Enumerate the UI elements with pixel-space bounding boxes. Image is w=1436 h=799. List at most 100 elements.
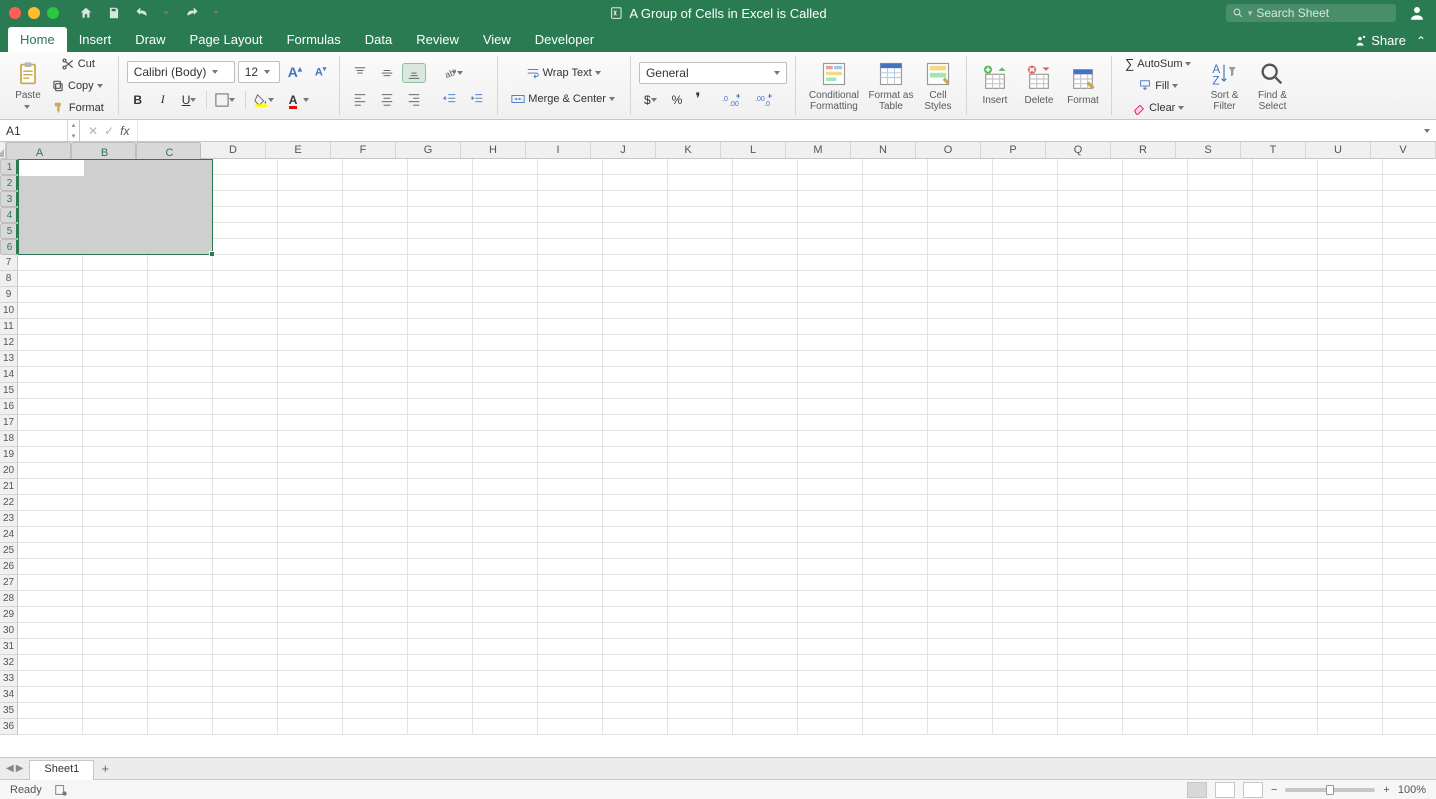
tab-insert[interactable]: Insert (67, 27, 124, 52)
cell[interactable] (1383, 399, 1436, 415)
cell[interactable] (798, 303, 863, 319)
cell[interactable] (1058, 319, 1123, 335)
cell[interactable] (733, 335, 798, 351)
cell[interactable] (928, 367, 993, 383)
minimize-window-button[interactable] (28, 7, 40, 19)
cell[interactable] (278, 495, 343, 511)
cell[interactable] (1383, 335, 1436, 351)
cell[interactable] (1383, 543, 1436, 559)
cell[interactable] (343, 431, 408, 447)
cell[interactable] (83, 175, 148, 191)
cell[interactable] (278, 719, 343, 735)
cell[interactable] (1253, 223, 1318, 239)
cell[interactable] (1253, 479, 1318, 495)
cell[interactable] (928, 335, 993, 351)
cell[interactable] (83, 255, 148, 271)
cell[interactable] (538, 255, 603, 271)
cell[interactable] (1383, 255, 1436, 271)
column-header[interactable]: N (851, 142, 916, 159)
cell[interactable] (993, 191, 1058, 207)
cell[interactable] (538, 175, 603, 191)
cell[interactable] (408, 431, 473, 447)
cell[interactable] (603, 655, 668, 671)
cell[interactable] (1188, 239, 1253, 255)
cell[interactable] (668, 687, 733, 703)
cell[interactable] (1318, 575, 1383, 591)
cell[interactable] (863, 479, 928, 495)
cell[interactable] (213, 527, 278, 543)
cell[interactable] (1058, 415, 1123, 431)
column-header[interactable]: M (786, 142, 851, 159)
cell[interactable] (18, 239, 83, 255)
cell[interactable] (18, 159, 83, 175)
tab-review[interactable]: Review (404, 27, 471, 52)
cell[interactable] (863, 351, 928, 367)
column-header[interactable]: I (526, 142, 591, 159)
name-box-up[interactable]: ▴ (68, 120, 79, 131)
cell[interactable] (473, 287, 538, 303)
cell[interactable] (863, 575, 928, 591)
cell[interactable] (863, 415, 928, 431)
cell[interactable] (1383, 671, 1436, 687)
cell[interactable] (863, 511, 928, 527)
cell[interactable] (1188, 287, 1253, 303)
cell[interactable] (1318, 399, 1383, 415)
cell[interactable] (1253, 607, 1318, 623)
cell[interactable] (1188, 431, 1253, 447)
cell[interactable] (83, 575, 148, 591)
cell[interactable] (213, 207, 278, 223)
cell[interactable] (408, 415, 473, 431)
cell[interactable] (668, 319, 733, 335)
row-header[interactable]: 31 (0, 639, 18, 655)
cell[interactable] (278, 623, 343, 639)
cell[interactable] (863, 303, 928, 319)
cell[interactable] (148, 271, 213, 287)
cell[interactable] (928, 719, 993, 735)
cell[interactable] (278, 351, 343, 367)
row-header[interactable]: 19 (0, 447, 18, 463)
cell[interactable] (1188, 543, 1253, 559)
cell[interactable] (993, 383, 1058, 399)
cell[interactable] (1123, 655, 1188, 671)
align-right-button[interactable] (402, 89, 426, 109)
cell[interactable] (213, 591, 278, 607)
cell[interactable] (1253, 575, 1318, 591)
cell[interactable] (408, 511, 473, 527)
cell[interactable] (798, 687, 863, 703)
cell[interactable] (278, 207, 343, 223)
row-header[interactable]: 34 (0, 687, 18, 703)
cell[interactable] (1253, 239, 1318, 255)
cell[interactable] (863, 431, 928, 447)
cell[interactable] (473, 687, 538, 703)
zoom-label[interactable]: 100% (1398, 784, 1426, 796)
cell[interactable] (1123, 367, 1188, 383)
cell[interactable] (1383, 175, 1436, 191)
column-header[interactable]: T (1241, 142, 1306, 159)
cell[interactable] (603, 703, 668, 719)
cell[interactable] (408, 687, 473, 703)
cell[interactable] (668, 367, 733, 383)
cell[interactable] (1123, 559, 1188, 575)
cell[interactable] (343, 159, 408, 175)
cell[interactable] (733, 191, 798, 207)
copy-dropdown[interactable] (97, 82, 105, 90)
cell[interactable] (343, 479, 408, 495)
cell[interactable] (993, 415, 1058, 431)
cell[interactable] (928, 655, 993, 671)
cell[interactable] (538, 367, 603, 383)
cell[interactable] (928, 159, 993, 175)
cell[interactable] (603, 383, 668, 399)
cell[interactable] (668, 655, 733, 671)
cell[interactable] (603, 399, 668, 415)
cell[interactable] (1188, 399, 1253, 415)
row-header[interactable]: 6 (0, 239, 18, 255)
cell[interactable] (538, 527, 603, 543)
find-select-button[interactable]: Find & Select (1250, 60, 1294, 112)
cell[interactable] (1058, 159, 1123, 175)
cell[interactable] (213, 687, 278, 703)
undo-dropdown[interactable] (163, 9, 171, 17)
cell[interactable] (733, 415, 798, 431)
cell[interactable] (1383, 271, 1436, 287)
cell[interactable] (18, 447, 83, 463)
cell[interactable] (473, 447, 538, 463)
